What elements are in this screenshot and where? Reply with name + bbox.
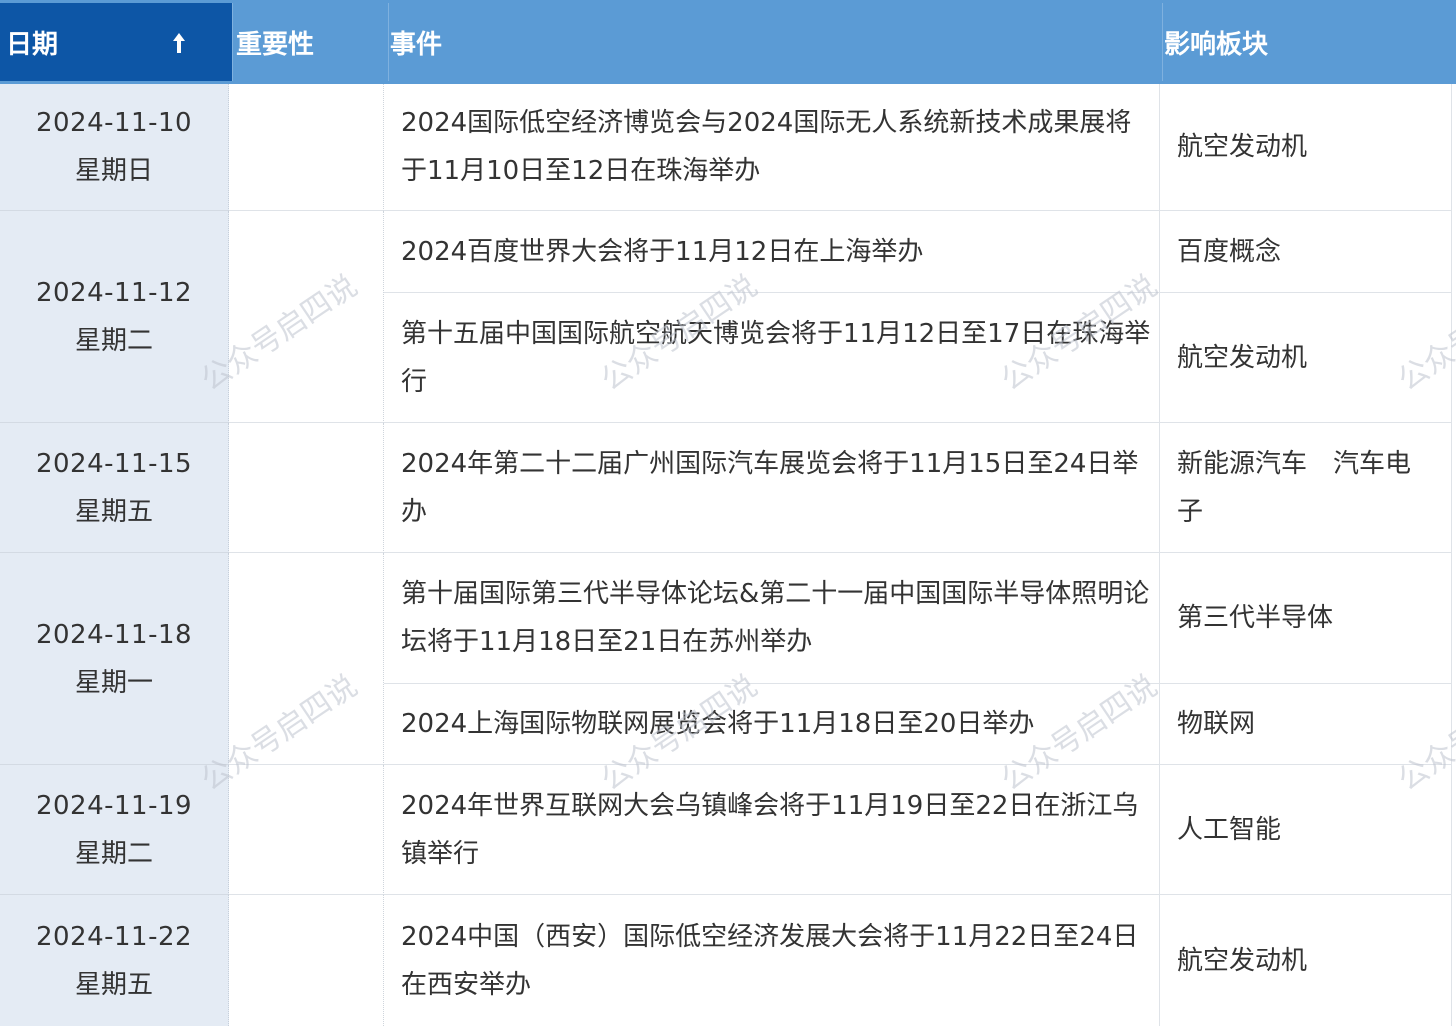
weekday-value: 星期二 xyxy=(74,325,153,356)
sector-text: 第三代半导体 xyxy=(1177,603,1334,633)
table-row: 2024-11-19 星期二 2024年世界互联网大会乌镇峰会将于11月19日至… xyxy=(0,765,1456,895)
column-header-importance[interactable]: 重要性 xyxy=(234,3,389,81)
sector-cell: 航空发动机 xyxy=(1160,84,1452,211)
event-cell: 2024百度世界大会将于11月12日在上海举办 xyxy=(384,211,1160,293)
column-header-label: 重要性 xyxy=(236,29,315,60)
date-value: 2024-11-12 xyxy=(35,277,193,308)
event-text: 2024中国（西安）国际低空经济发展大会将于11月22日至24日在西安举办 xyxy=(401,921,1139,1000)
importance-cell xyxy=(229,553,384,765)
table-row: 2024-11-10 星期日 2024国际低空经济博览会与2024国际无人系统新… xyxy=(0,84,1456,211)
date-cell: 2024-11-12 星期二 xyxy=(0,211,229,423)
sector-text: 新能源汽车 汽车电子 xyxy=(1177,448,1412,527)
event-cell: 2024国际低空经济博览会与2024国际无人系统新技术成果展将于11月10日至1… xyxy=(384,84,1160,211)
event-text: 2024国际低空经济博览会与2024国际无人系统新技术成果展将于11月10日至1… xyxy=(401,108,1132,186)
event-cell: 2024上海国际物联网展览会将于11月18日至20日举办 xyxy=(384,684,1160,765)
date-cell: 2024-11-22 星期五 xyxy=(0,895,229,1026)
sector-cell: 新能源汽车 汽车电子 xyxy=(1160,423,1452,553)
weekday-value: 星期二 xyxy=(74,838,153,869)
importance-cell xyxy=(229,895,384,1026)
table-row: 2024-11-22 星期五 2024中国（西安）国际低空经济发展大会将于11月… xyxy=(0,895,1456,1026)
sector-text: 航空发动机 xyxy=(1177,342,1308,373)
sector-text: 航空发动机 xyxy=(1177,132,1308,162)
event-cell: 第十届国际第三代半导体论坛&第二十一届中国国际半导体照明论坛将于11月18日至2… xyxy=(384,553,1160,684)
event-text: 2024百度世界大会将于11月12日在上海举办 xyxy=(401,236,924,267)
weekday-value: 星期五 xyxy=(74,496,153,527)
event-cell: 2024中国（西安）国际低空经济发展大会将于11月22日至24日在西安举办 xyxy=(384,895,1160,1026)
date-cell: 2024-11-15 星期五 xyxy=(0,423,229,553)
date-cell: 2024-11-18 星期一 xyxy=(0,553,229,765)
column-header-sector[interactable]: 影响板块 xyxy=(1164,3,1456,81)
date-value: 2024-11-22 xyxy=(35,921,193,952)
sector-cell: 百度概念 xyxy=(1160,211,1452,293)
event-text: 第十五届中国国际航空航天博览会将于11月12日至17日在珠海举行 xyxy=(401,318,1151,397)
date-cell: 2024-11-10 星期日 xyxy=(0,84,229,211)
sector-text: 百度概念 xyxy=(1177,236,1282,267)
table-row: 2024-11-18 星期一 第十届国际第三代半导体论坛&第二十一届中国国际半导… xyxy=(0,553,1456,765)
column-header-event[interactable]: 事件 xyxy=(390,3,1163,81)
events-table: 日期 重要性 事件 影响板块 2024-11-10 星期日 2024国际低空经济… xyxy=(0,0,1456,1026)
date-value: 2024-11-15 xyxy=(35,448,193,479)
sector-cell: 航空发动机 xyxy=(1160,293,1452,423)
weekday-value: 星期日 xyxy=(74,156,153,186)
column-header-label: 影响板块 xyxy=(1164,29,1269,60)
event-cell: 2024年世界互联网大会乌镇峰会将于11月19日至22日在浙江乌镇举行 xyxy=(384,765,1160,895)
sector-cell: 人工智能 xyxy=(1160,765,1452,895)
weekday-value: 星期五 xyxy=(74,969,153,1000)
event-text: 第十届国际第三代半导体论坛&第二十一届中国国际半导体照明论坛将于11月18日至2… xyxy=(401,579,1150,657)
sector-text: 航空发动机 xyxy=(1177,945,1308,976)
importance-cell xyxy=(229,211,384,423)
event-text: 2024年第二十二届广州国际汽车展览会将于11月15日至24日举办 xyxy=(401,448,1139,527)
event-cell: 2024年第二十二届广州国际汽车展览会将于11月15日至24日举办 xyxy=(384,423,1160,553)
weekday-value: 星期一 xyxy=(74,667,153,698)
importance-cell xyxy=(229,84,384,211)
sector-cell: 物联网 xyxy=(1160,684,1452,765)
date-value: 2024-11-19 xyxy=(35,790,193,821)
sector-text: 人工智能 xyxy=(1177,814,1282,845)
importance-cell xyxy=(229,423,384,553)
table-row: 2024-11-12 星期二 2024百度世界大会将于11月12日在上海举办 百… xyxy=(0,211,1456,423)
importance-cell xyxy=(229,765,384,895)
event-text: 2024年世界互联网大会乌镇峰会将于11月19日至22日在浙江乌镇举行 xyxy=(401,790,1139,869)
date-value: 2024-11-18 xyxy=(35,619,193,650)
event-text: 2024上海国际物联网展览会将于11月18日至20日举办 xyxy=(401,709,1035,739)
column-header-label: 日期 xyxy=(6,29,59,60)
sector-cell: 第三代半导体 xyxy=(1160,553,1452,684)
column-header-date[interactable]: 日期 xyxy=(0,3,233,81)
table-row: 2024-11-15 星期五 2024年第二十二届广州国际汽车展览会将于11月1… xyxy=(0,423,1456,553)
sector-cell: 航空发动机 xyxy=(1160,895,1452,1026)
event-cell: 第十五届中国国际航空航天博览会将于11月12日至17日在珠海举行 xyxy=(384,293,1160,423)
date-value: 2024-11-10 xyxy=(35,108,193,138)
sort-ascending-icon[interactable] xyxy=(172,31,186,55)
sector-text: 物联网 xyxy=(1177,709,1256,739)
date-cell: 2024-11-19 星期二 xyxy=(0,765,229,895)
table-header: 日期 重要性 事件 影响板块 xyxy=(0,0,1456,84)
column-header-label: 事件 xyxy=(390,29,443,60)
